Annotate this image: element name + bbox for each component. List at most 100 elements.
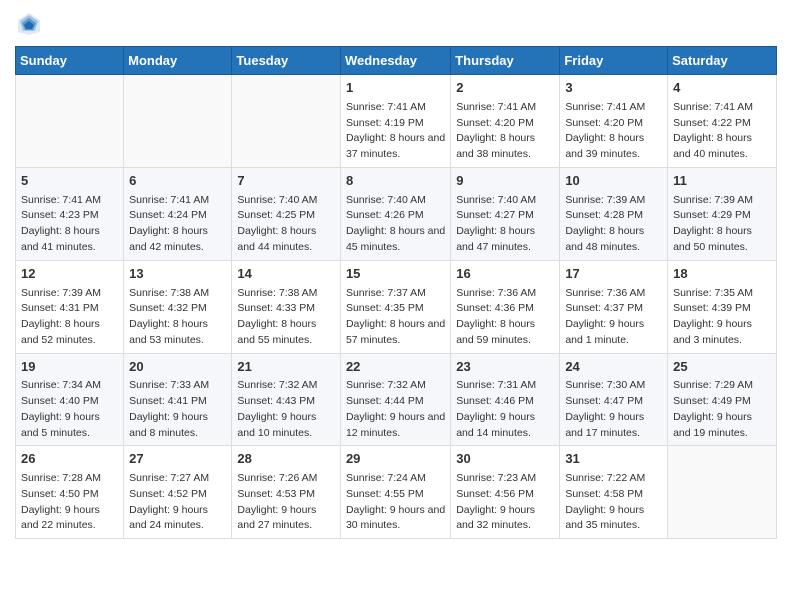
day-cell: 26 Sunrise: 7:28 AM Sunset: 4:50 PM Dayli…: [16, 446, 124, 539]
day-content: Sunrise: 7:29 AM Sunset: 4:49 PM Dayligh…: [673, 378, 771, 441]
day-number: 6: [129, 172, 226, 191]
day-content: Sunrise: 7:41 AM Sunset: 4:20 PM Dayligh…: [456, 100, 554, 163]
day-content: Sunrise: 7:40 AM Sunset: 4:25 PM Dayligh…: [237, 193, 335, 256]
day-content: Sunrise: 7:26 AM Sunset: 4:53 PM Dayligh…: [237, 471, 335, 534]
day-cell: 1 Sunrise: 7:41 AM Sunset: 4:19 PM Daylig…: [340, 75, 450, 168]
day-number: 22: [346, 358, 445, 377]
day-cell: 20Sunrise: 7:33 AM Sunset: 4:41 PM Dayli…: [124, 353, 232, 446]
day-content: Sunrise: 7:39 AM Sunset: 4:31 PM Dayligh…: [21, 286, 118, 349]
page: SundayMondayTuesdayWednesdayThursdayFrid…: [0, 0, 792, 554]
day-cell: 19Sunrise: 7:34 AM Sunset: 4:40 PM Dayli…: [16, 353, 124, 446]
day-number: 26: [21, 450, 118, 469]
day-content: Sunrise: 7:37 AM Sunset: 4:35 PM Dayligh…: [346, 286, 445, 349]
day-content: Sunrise: 7:32 AM Sunset: 4:43 PM Dayligh…: [237, 378, 335, 441]
day-number: 5: [21, 172, 118, 191]
day-content: Sunrise: 7:36 AM Sunset: 4:36 PM Dayligh…: [456, 286, 554, 349]
day-content: Sunrise: 7:39 AM Sunset: 4:29 PM Dayligh…: [673, 193, 771, 256]
day-cell: 22Sunrise: 7:32 AM Sunset: 4:44 PM Dayli…: [340, 353, 450, 446]
day-content: Sunrise: 7:40 AM Sunset: 4:27 PM Dayligh…: [456, 193, 554, 256]
day-cell: 13 Sunrise: 7:38 AM Sunset: 4:32 PM Dayli…: [124, 260, 232, 353]
day-cell: 27Sunrise: 7:27 AM Sunset: 4:52 PM Dayli…: [124, 446, 232, 539]
day-cell: 31 Sunrise: 7:22 AM Sunset: 4:58 PM Dayli…: [560, 446, 668, 539]
day-content: Sunrise: 7:35 AM Sunset: 4:39 PM Dayligh…: [673, 286, 771, 349]
day-number: 17: [565, 265, 662, 284]
day-content: Sunrise: 7:41 AM Sunset: 4:24 PM Dayligh…: [129, 193, 226, 256]
day-cell: 9 Sunrise: 7:40 AM Sunset: 4:27 PM Daylig…: [451, 167, 560, 260]
day-content: Sunrise: 7:31 AM Sunset: 4:46 PM Dayligh…: [456, 378, 554, 441]
day-cell: 28 Sunrise: 7:26 AM Sunset: 4:53 PM Dayli…: [232, 446, 341, 539]
header: [15, 10, 777, 38]
day-number: 28: [237, 450, 335, 469]
day-number: 11: [673, 172, 771, 191]
day-number: 10: [565, 172, 662, 191]
day-number: 15: [346, 265, 445, 284]
weekday-header-tuesday: Tuesday: [232, 47, 341, 75]
day-cell: 2 Sunrise: 7:41 AM Sunset: 4:20 PM Daylig…: [451, 75, 560, 168]
day-content: Sunrise: 7:23 AM Sunset: 4:56 PM Dayligh…: [456, 471, 554, 534]
day-cell: 11 Sunrise: 7:39 AM Sunset: 4:29 PM Dayli…: [668, 167, 777, 260]
weekday-header-friday: Friday: [560, 47, 668, 75]
day-number: 8: [346, 172, 445, 191]
day-cell: 6 Sunrise: 7:41 AM Sunset: 4:24 PM Daylig…: [124, 167, 232, 260]
day-cell: 25Sunrise: 7:29 AM Sunset: 4:49 PM Dayli…: [668, 353, 777, 446]
day-cell: 23Sunrise: 7:31 AM Sunset: 4:46 PM Dayli…: [451, 353, 560, 446]
day-content: Sunrise: 7:39 AM Sunset: 4:28 PM Dayligh…: [565, 193, 662, 256]
day-content: Sunrise: 7:27 AM Sunset: 4:52 PM Dayligh…: [129, 471, 226, 534]
day-number: 9: [456, 172, 554, 191]
weekday-header-sunday: Sunday: [16, 47, 124, 75]
logo-icon: [15, 10, 43, 38]
day-content: Sunrise: 7:28 AM Sunset: 4:50 PM Dayligh…: [21, 471, 118, 534]
day-number: 25: [673, 358, 771, 377]
day-content: Sunrise: 7:33 AM Sunset: 4:41 PM Dayligh…: [129, 378, 226, 441]
day-cell: [16, 75, 124, 168]
day-number: 18: [673, 265, 771, 284]
weekday-header-row: SundayMondayTuesdayWednesdayThursdayFrid…: [16, 47, 777, 75]
week-row-2: 12 Sunrise: 7:39 AM Sunset: 4:31 PM Dayli…: [16, 260, 777, 353]
day-cell: 18 Sunrise: 7:35 AM Sunset: 4:39 PM Dayli…: [668, 260, 777, 353]
day-number: 31: [565, 450, 662, 469]
day-cell: 29Sunrise: 7:24 AM Sunset: 4:55 PM Dayli…: [340, 446, 450, 539]
day-number: 4: [673, 79, 771, 98]
weekday-header-saturday: Saturday: [668, 47, 777, 75]
weekday-header-monday: Monday: [124, 47, 232, 75]
day-number: 7: [237, 172, 335, 191]
day-number: 19: [21, 358, 118, 377]
day-cell: 10 Sunrise: 7:39 AM Sunset: 4:28 PM Dayli…: [560, 167, 668, 260]
day-content: Sunrise: 7:41 AM Sunset: 4:22 PM Dayligh…: [673, 100, 771, 163]
day-cell: 17Sunrise: 7:36 AM Sunset: 4:37 PM Dayli…: [560, 260, 668, 353]
day-number: 13: [129, 265, 226, 284]
day-content: Sunrise: 7:38 AM Sunset: 4:33 PM Dayligh…: [237, 286, 335, 349]
day-content: Sunrise: 7:32 AM Sunset: 4:44 PM Dayligh…: [346, 378, 445, 441]
day-cell: 5 Sunrise: 7:41 AM Sunset: 4:23 PM Daylig…: [16, 167, 124, 260]
week-row-0: 1 Sunrise: 7:41 AM Sunset: 4:19 PM Daylig…: [16, 75, 777, 168]
day-number: 20: [129, 358, 226, 377]
day-content: Sunrise: 7:41 AM Sunset: 4:20 PM Dayligh…: [565, 100, 662, 163]
day-number: 23: [456, 358, 554, 377]
weekday-header-wednesday: Wednesday: [340, 47, 450, 75]
day-content: Sunrise: 7:41 AM Sunset: 4:23 PM Dayligh…: [21, 193, 118, 256]
day-content: Sunrise: 7:30 AM Sunset: 4:47 PM Dayligh…: [565, 378, 662, 441]
calendar: SundayMondayTuesdayWednesdayThursdayFrid…: [15, 46, 777, 539]
week-row-4: 26 Sunrise: 7:28 AM Sunset: 4:50 PM Dayli…: [16, 446, 777, 539]
day-number: 2: [456, 79, 554, 98]
weekday-header-thursday: Thursday: [451, 47, 560, 75]
day-cell: [232, 75, 341, 168]
day-cell: 30 Sunrise: 7:23 AM Sunset: 4:56 PM Dayli…: [451, 446, 560, 539]
day-number: 16: [456, 265, 554, 284]
day-number: 1: [346, 79, 445, 98]
day-number: 14: [237, 265, 335, 284]
day-cell: 24Sunrise: 7:30 AM Sunset: 4:47 PM Dayli…: [560, 353, 668, 446]
day-cell: 15 Sunrise: 7:37 AM Sunset: 4:35 PM Dayli…: [340, 260, 450, 353]
day-cell: 12 Sunrise: 7:39 AM Sunset: 4:31 PM Dayli…: [16, 260, 124, 353]
day-content: Sunrise: 7:41 AM Sunset: 4:19 PM Dayligh…: [346, 100, 445, 163]
day-number: 24: [565, 358, 662, 377]
logo: [15, 10, 47, 38]
day-cell: 16 Sunrise: 7:36 AM Sunset: 4:36 PM Dayli…: [451, 260, 560, 353]
day-content: Sunrise: 7:22 AM Sunset: 4:58 PM Dayligh…: [565, 471, 662, 534]
day-number: 30: [456, 450, 554, 469]
day-content: Sunrise: 7:38 AM Sunset: 4:32 PM Dayligh…: [129, 286, 226, 349]
day-number: 12: [21, 265, 118, 284]
day-number: 21: [237, 358, 335, 377]
week-row-1: 5 Sunrise: 7:41 AM Sunset: 4:23 PM Daylig…: [16, 167, 777, 260]
day-content: Sunrise: 7:40 AM Sunset: 4:26 PM Dayligh…: [346, 193, 445, 256]
